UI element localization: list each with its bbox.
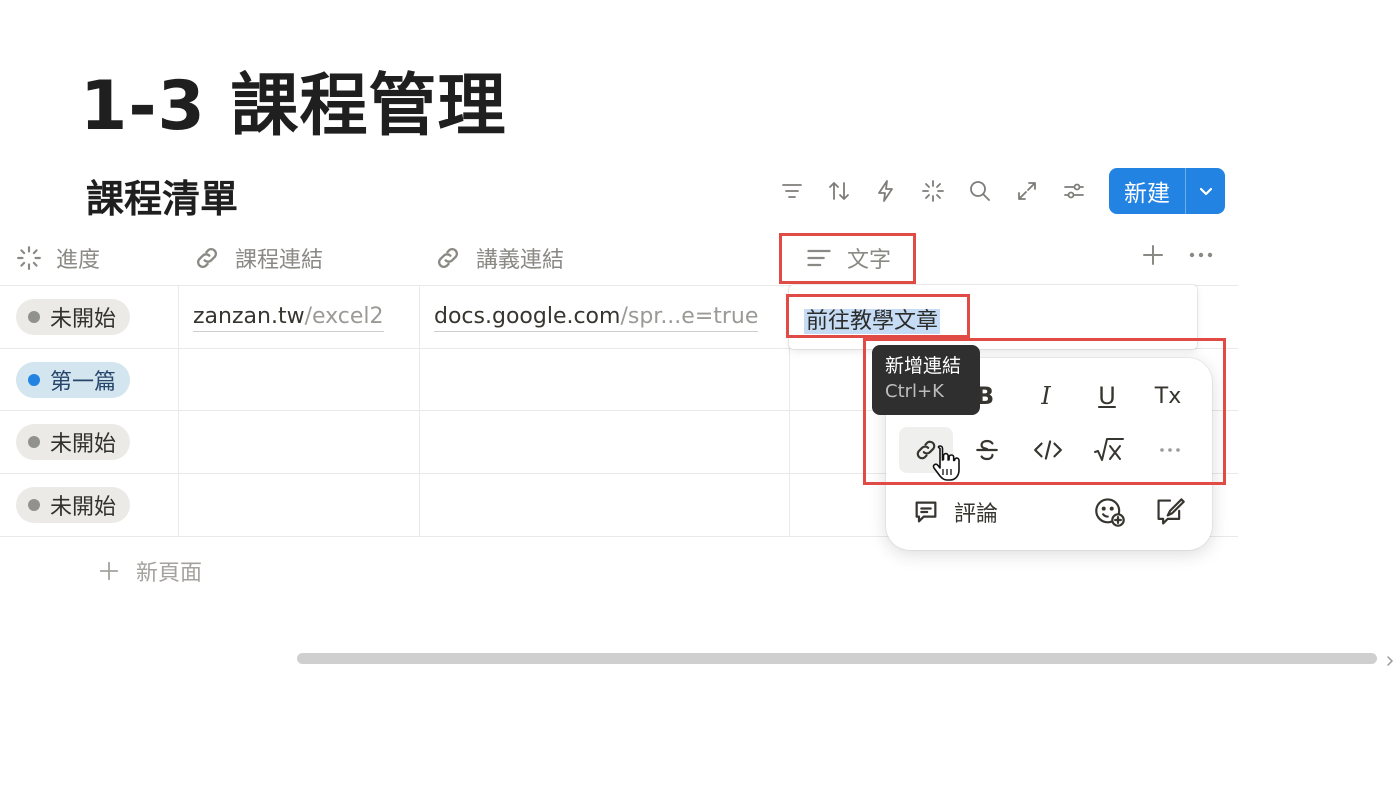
column-header-course-link[interactable]: 課程連結 <box>193 232 323 284</box>
course-link-cell[interactable]: zanzan.tw/excel2 <box>193 304 384 332</box>
hand-cursor-icon <box>930 443 962 491</box>
comment-button[interactable]: 評論 <box>912 496 998 528</box>
column-header-label: 進度 <box>56 248 101 273</box>
database-title[interactable]: 課程清單 <box>86 168 238 223</box>
new-page-label: 新頁面 <box>136 561 203 586</box>
link-icon <box>437 247 459 269</box>
sort-icon[interactable] <box>815 168 862 214</box>
column-header-status[interactable]: 進度 <box>16 232 100 284</box>
database-toolbar <box>768 168 1097 214</box>
comment-icon <box>915 501 937 523</box>
search-icon[interactable] <box>956 168 1003 214</box>
add-column-icon[interactable] <box>1141 243 1165 271</box>
notes-link-cell[interactable]: docs.google.com/spr...e=true <box>434 304 759 332</box>
link-text[interactable]: zanzan.tw/excel2 <box>193 304 384 332</box>
status-badge[interactable]: 未開始 <box>16 299 131 335</box>
scroll-right-icon[interactable] <box>1385 652 1395 671</box>
link-tooltip: 新增連結 Ctrl+K <box>872 345 980 415</box>
tooltip-title: 新增連結 <box>885 355 962 377</box>
suggest-edit-icon[interactable] <box>1154 496 1186 532</box>
new-button-label[interactable]: 新建 <box>1109 174 1185 208</box>
link-icon <box>196 247 218 269</box>
column-header-label: 講義連結 <box>476 248 565 273</box>
status-badge[interactable]: 未開始 <box>16 424 131 460</box>
new-button[interactable]: 新建 <box>1109 168 1225 214</box>
plus-icon <box>99 561 119 581</box>
settings-sliders-icon[interactable] <box>1050 168 1097 214</box>
column-header-notes-link[interactable]: 講義連結 <box>434 232 564 284</box>
highlight-box-text <box>786 294 970 338</box>
new-page-button[interactable]: 新頁面 <box>98 555 202 587</box>
tooltip-shortcut: Ctrl+K <box>885 381 944 402</box>
ai-sparkle-icon[interactable] <box>909 168 956 214</box>
comment-label: 評論 <box>954 502 999 527</box>
expand-icon[interactable] <box>1003 168 1050 214</box>
automation-icon[interactable] <box>862 168 909 214</box>
page-title: 1-3 課程管理 <box>80 67 507 146</box>
status-icon <box>17 246 41 270</box>
status-badge[interactable]: 未開始 <box>16 487 131 523</box>
highlight-box-header <box>779 233 916 284</box>
horizontal-scrollbar[interactable] <box>297 653 1377 664</box>
column-header-label: 課程連結 <box>235 248 324 273</box>
link-text[interactable]: docs.google.com/spr...e=true <box>434 304 759 332</box>
chevron-down-icon[interactable] <box>1186 181 1225 201</box>
more-options-icon[interactable] <box>1188 243 1214 271</box>
filter-icon[interactable] <box>768 168 815 214</box>
status-badge[interactable]: 第一篇 <box>16 362 131 398</box>
add-reaction-icon[interactable] <box>1094 496 1126 532</box>
